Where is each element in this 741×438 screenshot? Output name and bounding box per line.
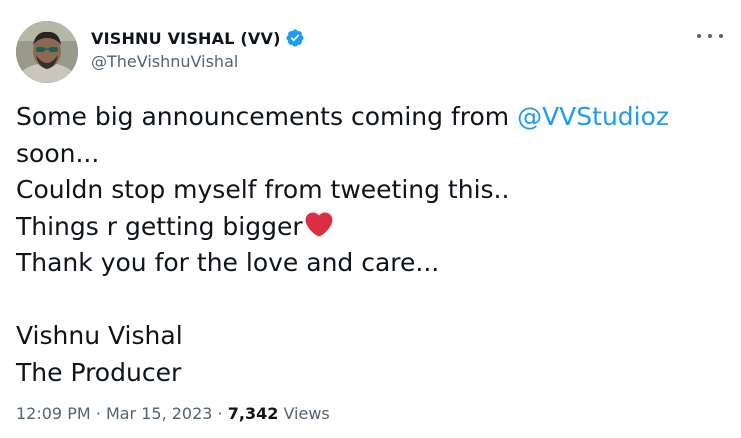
tweet-text: Some big announcements coming from @VVSt…: [16, 99, 726, 391]
profile-photo-icon: [16, 21, 78, 83]
author-handle[interactable]: @TheVishnuVishal: [91, 52, 238, 71]
tweet-line-4: Things r getting bigger: [16, 209, 726, 246]
more-horizontal-icon[interactable]: [697, 26, 723, 46]
verified-badge-icon[interactable]: [285, 28, 305, 48]
tweet-date[interactable]: Mar 15, 2023: [106, 404, 213, 423]
tweet-line-1: Some big announcements coming from @VVSt…: [16, 99, 726, 136]
avatar[interactable]: [16, 21, 78, 83]
tweet-line-4-text: Things r getting bigger: [16, 211, 303, 241]
tweet-line-2: soon...: [16, 138, 100, 168]
views-count[interactable]: 7,342: [228, 404, 279, 423]
tweet-time[interactable]: 12:09 PM: [16, 404, 91, 423]
tweet-line-3: Couldn stop myself from tweeting this..: [16, 175, 510, 204]
meta-separator-2: ·: [217, 404, 223, 423]
tweet-line-5: Thank you for the love and care...: [16, 248, 440, 277]
tweet-line-1-text: Some big announcements coming from: [16, 102, 518, 131]
mention-link[interactable]: @VVStudioz: [517, 102, 669, 131]
tweet-meta: 12:09 PM · Mar 15, 2023 · 7,342 Views: [16, 404, 330, 423]
tweet-card: VISHNU VISHAL (VV) @TheVishnuVishal Some…: [0, 0, 741, 438]
display-name[interactable]: VISHNU VISHAL (VV): [91, 29, 281, 48]
tweet-line-8: The Producer: [16, 357, 182, 387]
red-heart-icon: [304, 211, 334, 238]
views-label: Views: [283, 404, 330, 423]
author-name-row[interactable]: VISHNU VISHAL (VV): [91, 26, 305, 50]
tweet-line-7: Vishnu Vishal: [16, 321, 183, 350]
meta-separator: ·: [95, 404, 101, 423]
